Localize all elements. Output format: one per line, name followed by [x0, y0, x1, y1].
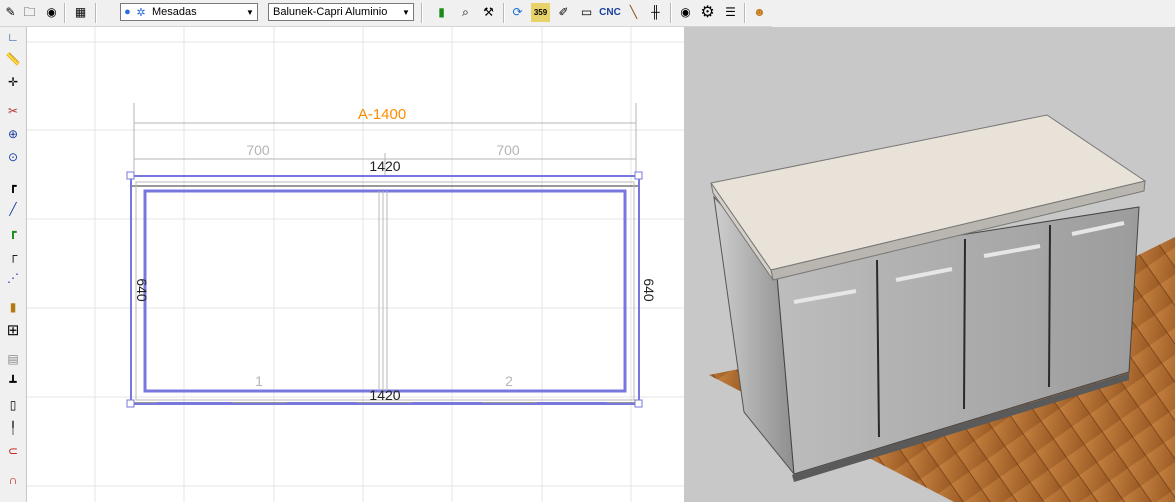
toolbar-separator — [421, 3, 423, 23]
cursor-icon[interactable]: ✂ — [4, 102, 22, 120]
corner-green-icon[interactable]: ┏ — [4, 223, 22, 241]
camera-icon[interactable]: ◉ — [42, 3, 61, 22]
cnc-button[interactable]: CNC — [599, 3, 621, 22]
camera-icon[interactable]: ◉ — [676, 3, 695, 22]
line-icon[interactable]: ╱ — [4, 200, 22, 218]
dimension-right: 700 — [496, 142, 520, 158]
magnet-icon[interactable]: ⊂ — [4, 442, 22, 460]
refresh-icon[interactable]: ⟳ — [508, 3, 527, 22]
handle-icon[interactable]: ╿ — [4, 419, 22, 437]
column-icon[interactable]: ╫ — [646, 3, 665, 22]
chevron-down-icon[interactable]: ▼ — [243, 8, 257, 17]
gear-icon[interactable]: ⚙ — [698, 3, 717, 22]
people-icon[interactable]: ☻ — [750, 3, 769, 22]
calculator-icon[interactable]: ▦ — [71, 3, 90, 22]
material-value: Balunek-Capri Aluminio — [273, 6, 388, 18]
depth-dimension-right: 640 — [641, 278, 657, 302]
bay-2-label: 2 — [505, 373, 513, 389]
dimension-left: 700 — [246, 142, 270, 158]
toolbar-separator — [670, 3, 672, 23]
module-outline — [130, 175, 640, 405]
selection-handles[interactable] — [126, 171, 643, 408]
width-dimension-bottom: 1420 — [369, 387, 400, 403]
zoom-icon[interactable]: ⊙ — [4, 148, 22, 166]
ruler-icon[interactable]: 📏 — [4, 50, 22, 68]
red-magnet-icon[interactable]: ∩ — [4, 471, 22, 489]
brush-icon[interactable]: ✐ — [554, 3, 573, 22]
toolbar-separator — [503, 3, 505, 23]
list-icon[interactable]: ☰ — [721, 3, 740, 22]
settings-icon: ✲ — [136, 6, 146, 19]
axis-icon[interactable]: ∟ — [4, 28, 22, 46]
category-value: Mesadas — [152, 6, 197, 18]
depth-dimension-left: 640 — [134, 278, 150, 302]
3d-scene — [709, 114, 1175, 502]
dotted-corner-icon[interactable]: ┌ — [4, 246, 22, 264]
zoom-in-icon[interactable]: ⊕ — [4, 125, 22, 143]
bulb-icon: ● — [124, 6, 131, 18]
door-icon[interactable]: ▯ — [4, 396, 22, 414]
width-dimension-top: 1420 — [369, 158, 400, 174]
crosshair-icon[interactable]: ✛ — [4, 73, 22, 91]
toolbar-separator — [744, 3, 746, 23]
bay-1-label: 1 — [255, 373, 263, 389]
drawing-canvas[interactable]: A-1400 700 700 1420 1420 1 2 640 640 — [27, 27, 684, 502]
grid-icon[interactable]: ⊞ — [4, 321, 22, 339]
drawer-icon[interactable]: ▤ — [4, 350, 22, 368]
book-icon[interactable]: ▮ — [432, 3, 451, 22]
material-select[interactable]: Balunek-Capri Aluminio ▼ — [268, 3, 414, 21]
module-label: A-1400 — [358, 106, 406, 123]
3d-view[interactable] — [684, 27, 1175, 502]
category-select[interactable]: ● ✲ Mesadas ▼ — [120, 3, 258, 21]
badge-icon[interactable]: 359 — [531, 3, 550, 22]
drawing-svg: A-1400 700 700 1420 1420 1 2 640 640 — [27, 27, 684, 502]
grid — [27, 27, 684, 502]
pencil-icon[interactable]: ✎ — [1, 3, 20, 22]
tools-icon[interactable]: ⚒ — [479, 3, 498, 22]
frame-icon[interactable]: ▭ — [577, 3, 596, 22]
open-icon[interactable]: 🗀 — [20, 3, 39, 22]
leg-icon[interactable]: ┻ — [4, 373, 22, 391]
panel-icon[interactable]: ▮ — [4, 298, 22, 316]
left-toolbar: ∟ 📏 ✛ ✂ ⊕ ⊙ ┏ ╱ ┏ ┌ ⋰ ▮ ⊞ ▤ ┻ ▯ ╿ ⊂ ∩ — [0, 27, 27, 502]
corner-icon[interactable]: ┏ — [4, 177, 22, 195]
dotted-line-icon[interactable]: ⋰ — [4, 269, 22, 287]
main-toolbar: ✎ 🗀 ◉ ▦ ● ✲ Mesadas ▼ Balunek-Capri Alum… — [0, 0, 772, 27]
line-icon[interactable]: ╲ — [624, 3, 643, 22]
toolbar-separator — [95, 3, 97, 23]
chevron-down-icon[interactable]: ▼ — [399, 8, 413, 17]
zoom-icon[interactable]: ⌕ — [456, 3, 475, 22]
toolbar-separator — [64, 3, 66, 23]
